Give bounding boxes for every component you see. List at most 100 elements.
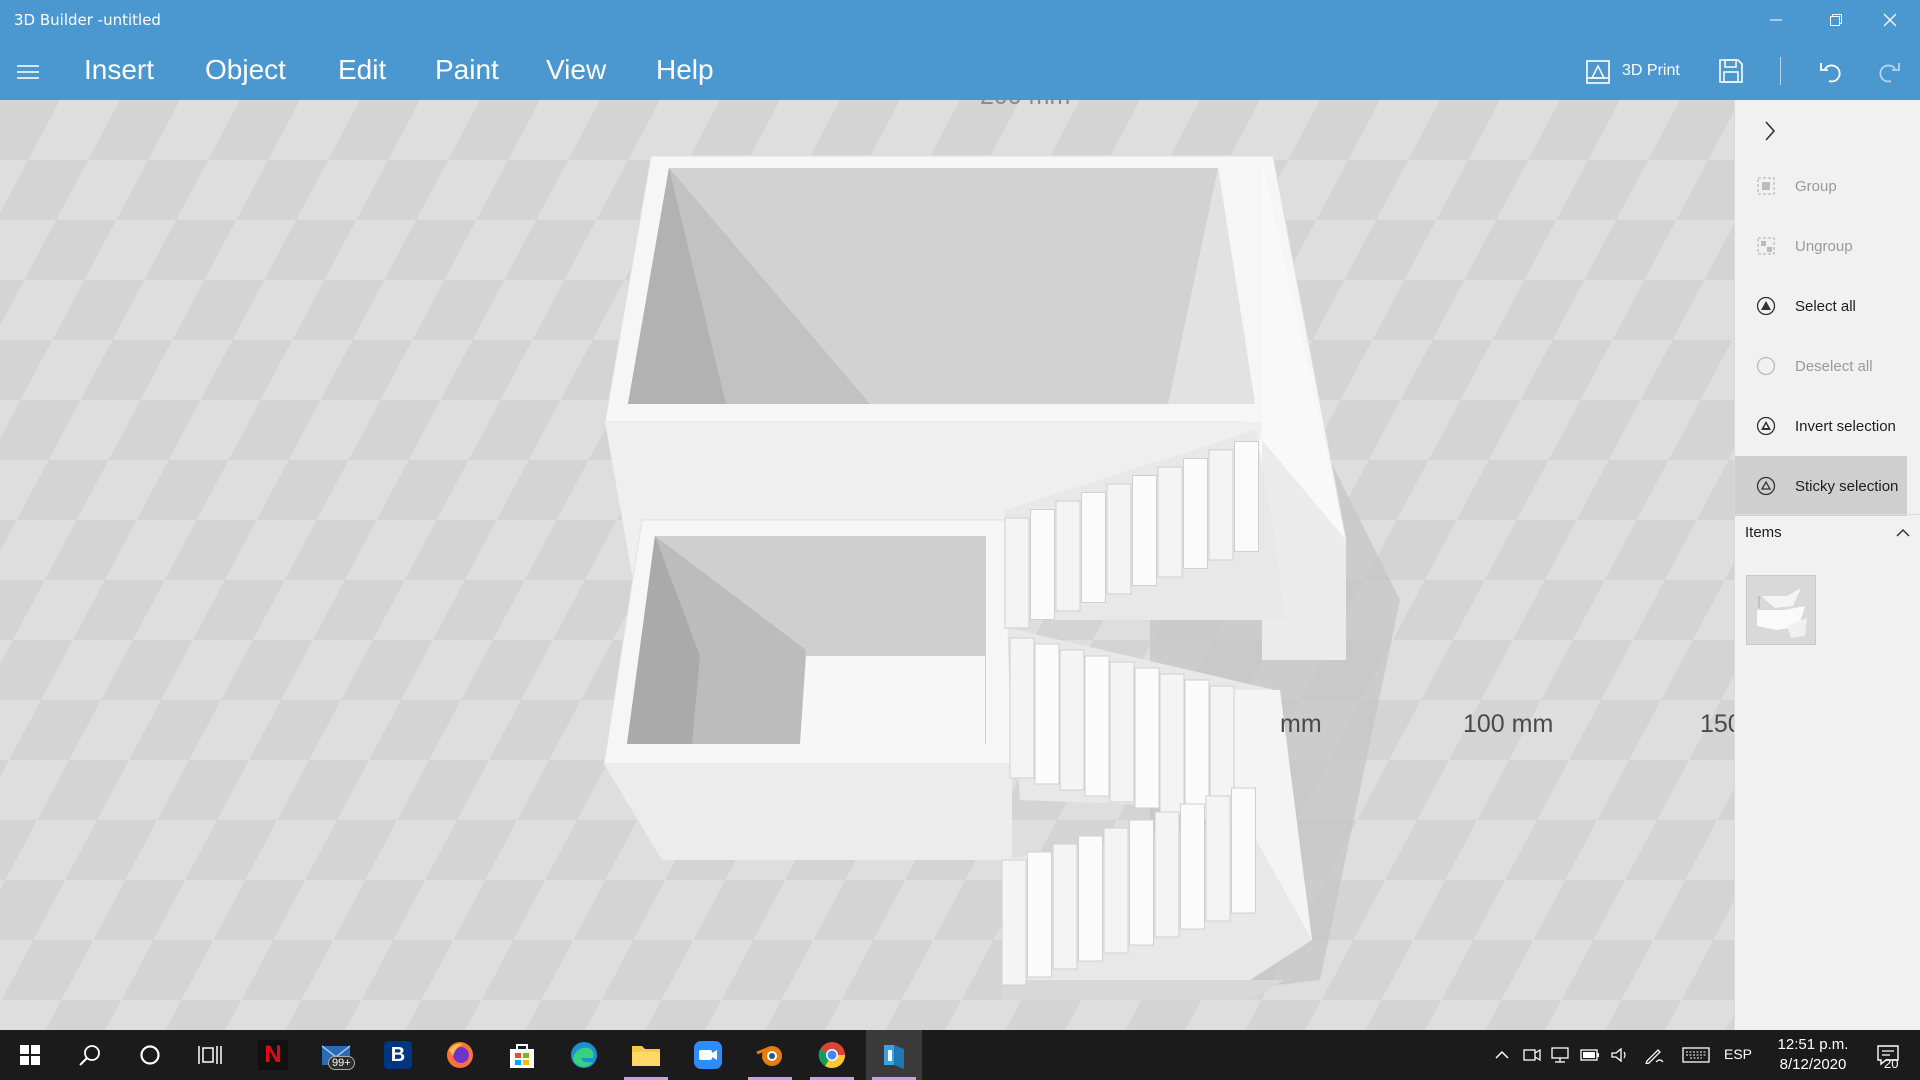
network-icon xyxy=(1551,1047,1569,1063)
redo-button[interactable] xyxy=(1872,54,1906,88)
search-button[interactable] xyxy=(62,1030,118,1080)
3d-print-label: 3D Print xyxy=(1622,62,1680,79)
panel-divider xyxy=(1735,514,1920,515)
cortana-icon xyxy=(140,1045,160,1065)
model-thumbnail[interactable] xyxy=(1746,575,1816,645)
invert-selection-label: Invert selection xyxy=(1795,417,1896,435)
undo-button[interactable] xyxy=(1814,54,1848,88)
task-view-button[interactable] xyxy=(182,1030,238,1080)
3d-print-button[interactable]: 3D Print xyxy=(1586,56,1680,86)
deselect-all-button[interactable]: Deselect all xyxy=(1735,336,1907,396)
window-title: 3D Builder -untitled xyxy=(14,11,161,29)
toolbar-divider xyxy=(1780,57,1781,85)
select-all-icon xyxy=(1755,295,1777,317)
clock-date: 8/12/2020 xyxy=(1779,1056,1847,1073)
clock-time: 12:51 p.m. xyxy=(1777,1036,1849,1053)
group-label: Group xyxy=(1795,177,1837,195)
items-header-label: Items xyxy=(1745,524,1782,541)
chrome-icon xyxy=(818,1042,846,1069)
upper-step-4 xyxy=(1081,492,1106,603)
lower-step-10 xyxy=(1231,787,1256,914)
edge-icon xyxy=(571,1042,597,1068)
netflix-app[interactable]: N xyxy=(245,1030,301,1080)
start-button[interactable] xyxy=(2,1030,58,1080)
cortana-button[interactable] xyxy=(122,1030,178,1080)
menu-object[interactable]: Object xyxy=(205,54,286,86)
minimize-button[interactable] xyxy=(1746,0,1806,40)
save-button[interactable] xyxy=(1716,56,1746,86)
hamburger-menu-button[interactable] xyxy=(14,58,42,86)
menu-paint[interactable]: Paint xyxy=(435,54,499,86)
input-language[interactable]: ESP xyxy=(1724,1046,1752,1062)
upper-step-3 xyxy=(1055,500,1081,612)
meet-now-tray[interactable] xyxy=(1520,1030,1544,1080)
ruler-label-100mm: 100 mm xyxy=(1463,710,1554,738)
ungroup-icon xyxy=(1755,235,1777,257)
3d-builder-app[interactable] xyxy=(866,1030,922,1080)
hamburger-icon xyxy=(17,65,39,79)
firefox-app[interactable] xyxy=(432,1030,488,1080)
mail-badge: 99+ xyxy=(328,1056,355,1070)
scene-canvas xyxy=(0,100,1734,1030)
selection-panel: Group Ungroup Select all Deselect all In… xyxy=(1734,100,1920,1030)
action-center-button[interactable]: 20 xyxy=(1868,1030,1908,1080)
ruler-label-top: 200 mm xyxy=(980,100,1070,111)
lower-step-4 xyxy=(1078,835,1103,962)
volume-icon xyxy=(1611,1047,1626,1063)
middle-step-7 xyxy=(1159,673,1185,815)
folder-icon xyxy=(632,1046,660,1066)
menu-view[interactable]: View xyxy=(546,54,606,86)
show-hidden-icons-button[interactable] xyxy=(1490,1030,1514,1080)
sticky-selection-button[interactable]: Sticky selection xyxy=(1735,456,1907,516)
zoom-icon xyxy=(694,1041,722,1069)
edge-app[interactable] xyxy=(556,1030,612,1080)
redo-icon xyxy=(1879,63,1900,83)
menu-insert[interactable]: Insert xyxy=(84,54,154,86)
upper-step-9 xyxy=(1208,449,1234,561)
upper-step-2 xyxy=(1030,509,1055,620)
store-app[interactable] xyxy=(494,1030,550,1080)
upper-step-6 xyxy=(1132,475,1157,586)
zoom-app[interactable] xyxy=(680,1030,736,1080)
items-section-header[interactable]: Items xyxy=(1745,524,1911,541)
battery-tray[interactable] xyxy=(1578,1030,1602,1080)
select-all-button[interactable]: Select all xyxy=(1735,276,1907,336)
ungroup-button[interactable]: Ungroup xyxy=(1735,216,1907,276)
lower-step-7 xyxy=(1154,811,1180,938)
middle-step-8 xyxy=(1184,679,1210,821)
task-view-icon xyxy=(198,1046,222,1064)
close-button[interactable] xyxy=(1860,0,1920,40)
upper-step-8 xyxy=(1183,458,1208,569)
booking-app[interactable]: B xyxy=(370,1030,426,1080)
upper-step-1 xyxy=(1004,517,1030,629)
mail-app[interactable]: 99+ xyxy=(308,1030,364,1080)
chrome-app[interactable] xyxy=(804,1030,860,1080)
touch-keyboard-tray[interactable] xyxy=(1680,1030,1712,1080)
collapse-panel-button[interactable] xyxy=(1755,116,1785,146)
middle-step-2 xyxy=(1034,643,1060,785)
restore-button[interactable] xyxy=(1806,0,1866,40)
upper-step-7 xyxy=(1157,466,1183,578)
upper-step-10 xyxy=(1234,441,1259,552)
network-tray[interactable] xyxy=(1548,1030,1572,1080)
menu-help[interactable]: Help xyxy=(656,54,714,86)
pen-tray[interactable] xyxy=(1642,1030,1666,1080)
blender-app[interactable] xyxy=(742,1030,798,1080)
search-icon xyxy=(79,1045,100,1066)
restore-icon xyxy=(1830,14,1842,26)
file-explorer-app[interactable] xyxy=(618,1030,674,1080)
3d-viewport[interactable]: 200 mm mm 100 mm 150 xyxy=(0,100,1734,1030)
volume-tray[interactable] xyxy=(1608,1030,1632,1080)
ruler-label-150: 150 xyxy=(1700,710,1734,738)
lower-step-8 xyxy=(1180,803,1205,930)
middle-step-1 xyxy=(1009,637,1035,779)
clock[interactable]: 12:51 p.m. 8/12/2020 xyxy=(1768,1035,1858,1075)
lower-step-6 xyxy=(1129,819,1154,946)
menu-edit[interactable]: Edit xyxy=(338,54,386,86)
sticky-selection-icon xyxy=(1755,475,1777,497)
lower-step-1 xyxy=(1001,859,1027,986)
invert-selection-button[interactable]: Invert selection xyxy=(1735,396,1907,456)
deselect-all-icon xyxy=(1755,355,1777,377)
windows-taskbar: N 99+ B ESP 12:51 p.m. 8/12/2020 20 xyxy=(0,1030,1920,1080)
group-button[interactable]: Group xyxy=(1735,156,1907,216)
